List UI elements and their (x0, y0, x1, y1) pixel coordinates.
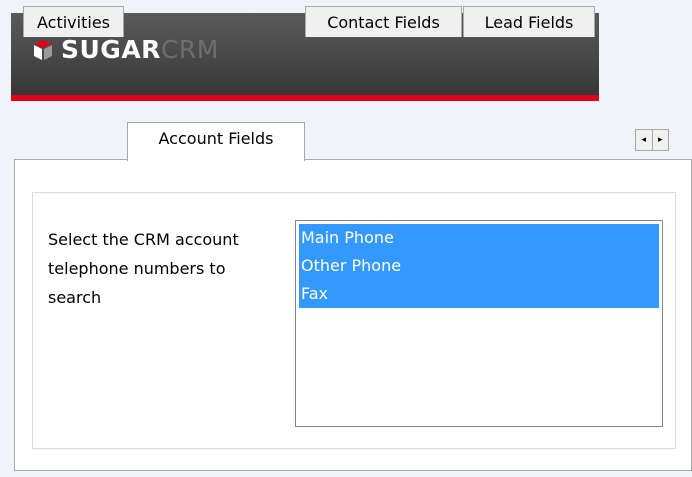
cube-logo-icon (34, 40, 52, 60)
tab-label: Contact Fields (327, 12, 440, 32)
tab-lead-fields[interactable]: Lead Fields (463, 6, 595, 37)
logo-text-crm: CRM (160, 35, 219, 64)
scroll-left-icon[interactable]: ◂ (636, 130, 653, 150)
tab-activities[interactable]: Activities (23, 6, 124, 37)
tab-label: Lead Fields (484, 12, 574, 32)
tab-scroll-buttons: ◂ ▸ (635, 129, 669, 151)
list-item-fax[interactable]: Fax (299, 280, 659, 308)
tab-label: Activities (37, 12, 110, 32)
tab-contact-fields[interactable]: Contact Fields (305, 6, 462, 37)
list-item-main-phone[interactable]: Main Phone (299, 224, 659, 252)
banner-red-stripe (11, 95, 599, 101)
tab-account-fields[interactable]: Account Fields (127, 122, 305, 161)
phone-select-instruction: Select the CRM account telephone numbers… (48, 230, 239, 307)
logo-text-sugar: SUGAR (61, 35, 161, 64)
scroll-right-icon[interactable]: ▸ (653, 130, 669, 150)
sugarcrm-logo: SUGARCRM (33, 36, 219, 64)
list-item-other-phone[interactable]: Other Phone (299, 252, 659, 280)
tab-label: Account Fields (158, 128, 274, 148)
phone-fields-listbox[interactable]: Main Phone Other Phone Fax (295, 220, 663, 427)
